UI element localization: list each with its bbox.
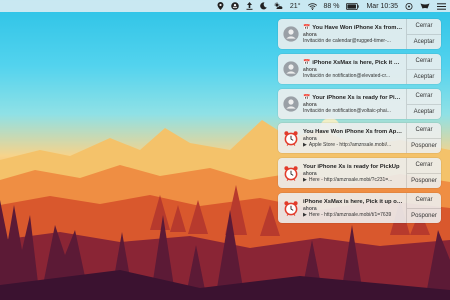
menu-icon[interactable] — [405, 0, 413, 12]
notification-title-row: 📅 Your iPhone Xs is ready for Pick... — [303, 94, 403, 102]
wifi-icon[interactable] — [307, 0, 317, 12]
notification-actions: Cerrar Posponer — [406, 193, 441, 223]
snooze-button[interactable]: Posponer — [407, 174, 441, 189]
accept-button[interactable]: Aceptar — [407, 70, 441, 85]
temperature-readout[interactable]: 21° — [290, 3, 301, 10]
close-button[interactable]: Cerrar — [407, 19, 441, 35]
amazon-icon[interactable] — [231, 0, 239, 12]
notification-card[interactable]: 📅 iPhone XsMax is here, Pick it up... ahor… — [278, 54, 441, 84]
notification-actions: Cerrar Aceptar — [406, 54, 441, 84]
notification-title: Your iPhone Xs is ready for Pick... — [312, 95, 403, 101]
notification-title: iPhone XsMax is here, Pick it up or... — [303, 199, 403, 205]
notification-card[interactable]: iPhone XsMax is here, Pick it up or... ah… — [278, 193, 441, 223]
notification-title-row: You Have Won iPhone Xs from Appl... — [303, 128, 403, 136]
moon-icon[interactable] — [260, 0, 267, 12]
play-triangle-icon: ▶ — [303, 177, 307, 183]
notification-message: Invitación de notification@voltaic-phai.… — [303, 108, 403, 115]
menu-bar: 21° 88 % Mar 10:35 — [0, 0, 450, 12]
list-icon[interactable] — [437, 0, 446, 12]
notification-body[interactable]: Your iPhone Xs is ready for PickUp ahora ▶… — [278, 158, 406, 188]
accept-button[interactable]: Aceptar — [407, 35, 441, 50]
notification-body[interactable]: iPhone XsMax is here, Pick it up or... ah… — [278, 193, 406, 223]
notification-title-row: iPhone XsMax is here, Pick it up or... — [303, 198, 403, 206]
notification-body[interactable]: 📅 Your iPhone Xs is ready for Pick... ahor… — [278, 89, 406, 119]
notification-card[interactable]: 📅 Your iPhone Xs is ready for Pick... ahor… — [278, 89, 441, 119]
calendar-badge-icon: 📅 — [303, 60, 311, 66]
calendar-user-icon — [282, 22, 300, 46]
notification-card[interactable]: You Have Won iPhone Xs from Appl... ahora… — [278, 123, 441, 153]
close-button[interactable]: Cerrar — [407, 54, 441, 70]
notification-actions: Cerrar Posponer — [406, 123, 441, 153]
notification-message: ▶ Here - http://amznsale.mobi/?c231=... — [303, 177, 403, 184]
alarm-clock-icon — [282, 161, 300, 185]
notification-message-text: Here - http://amznsale.mobi/t/1=7639 — [308, 212, 392, 218]
notification-message: ▶ Here - http://amznsale.mobi/t/1=7639 — [303, 212, 403, 219]
calendar-badge-icon: 📅 — [303, 95, 311, 101]
notification-body[interactable]: 📅 You Have Won iPhone Xs from A... ahora In… — [278, 19, 406, 49]
notification-message-text: Apple Store - http://amznsale.mobi/... — [308, 142, 392, 148]
notification-card[interactable]: Your iPhone Xs is ready for PickUp ahora ▶… — [278, 158, 441, 188]
notification-message-text: Here - http://amznsale.mobi/?c231=... — [308, 177, 393, 183]
notification-body[interactable]: You Have Won iPhone Xs from Appl... ahora… — [278, 123, 406, 153]
notification-message-text: Invitación de notification@voltaic-phai.… — [303, 108, 391, 114]
battery-icon[interactable] — [346, 0, 360, 12]
upload-icon[interactable] — [246, 0, 253, 12]
close-button[interactable]: Cerrar — [407, 158, 441, 174]
notification-message: Invitación de notification@elevated-cr..… — [303, 73, 403, 80]
notification-body[interactable]: 📅 iPhone XsMax is here, Pick it up... ahor… — [278, 54, 406, 84]
alarm-clock-icon — [282, 126, 300, 150]
notification-message-text: Invitación de calendar@rugged-timer-... — [303, 38, 391, 44]
weather-icon[interactable] — [273, 0, 283, 12]
notification-actions: Cerrar Posponer — [406, 158, 441, 188]
play-triangle-icon: ▶ — [303, 212, 307, 218]
notification-message: ▶ Apple Store - http://amznsale.mobi/... — [303, 142, 403, 149]
notification-title-row: Your iPhone Xs is ready for PickUp — [303, 163, 403, 171]
close-button[interactable]: Cerrar — [407, 89, 441, 105]
snooze-button[interactable]: Posponer — [407, 209, 441, 224]
notification-title-row: 📅 You Have Won iPhone Xs from A... — [303, 24, 403, 32]
notification-title: iPhone XsMax is here, Pick it up... — [312, 60, 403, 66]
snooze-button[interactable]: Posponer — [407, 139, 441, 154]
notification-message: Invitación de calendar@rugged-timer-... — [303, 38, 403, 45]
notification-actions: Cerrar Aceptar — [406, 19, 441, 49]
notification-title: You Have Won iPhone Xs from Appl... — [303, 129, 403, 135]
calendar-badge-icon: 📅 — [303, 25, 311, 31]
location-icon[interactable] — [217, 0, 224, 12]
calendar-user-icon — [282, 92, 300, 116]
notification-title-row: 📅 iPhone XsMax is here, Pick it up... — [303, 59, 403, 67]
calendar-user-icon — [282, 57, 300, 81]
clock[interactable]: Mar 10:35 — [366, 3, 398, 10]
close-button[interactable]: Cerrar — [407, 123, 441, 139]
notification-card[interactable]: 📅 You Have Won iPhone Xs from A... ahora In… — [278, 19, 441, 49]
accept-button[interactable]: Aceptar — [407, 105, 441, 120]
battery-percent[interactable]: 88 % — [324, 3, 340, 10]
notification-title: Your iPhone Xs is ready for PickUp — [303, 164, 400, 170]
alarm-clock-icon — [282, 196, 300, 220]
close-button[interactable]: Cerrar — [407, 193, 441, 209]
play-triangle-icon: ▶ — [303, 142, 307, 148]
mirror-icon[interactable] — [420, 0, 430, 12]
notification-actions: Cerrar Aceptar — [406, 89, 441, 119]
notification-title: You Have Won iPhone Xs from A... — [312, 25, 403, 31]
notification-message-text: Invitación de notification@elevated-cr..… — [303, 73, 391, 79]
